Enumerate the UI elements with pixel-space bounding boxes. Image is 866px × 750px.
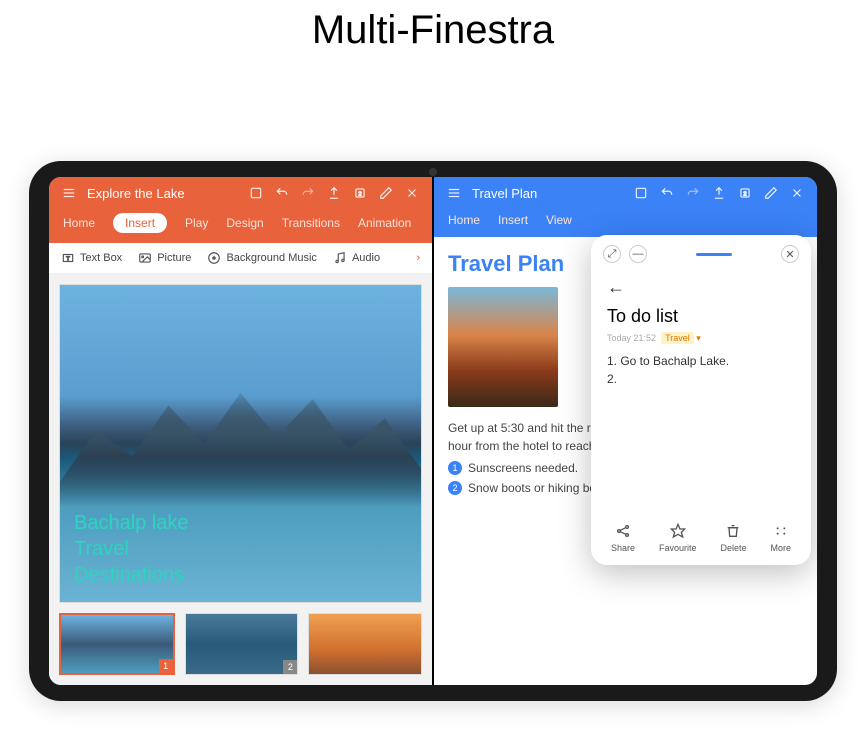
edit-icon[interactable]	[763, 185, 779, 201]
audio-icon	[333, 251, 347, 265]
popup-body: ← To do list Today 21:52 Travel ▾ 1. Go …	[591, 273, 811, 510]
undo-icon[interactable]	[274, 185, 290, 201]
slide-title-text: Bachalp lake Travel Destinations	[74, 510, 189, 588]
tab-home[interactable]: Home	[63, 216, 95, 230]
note-title: To do list	[607, 306, 795, 327]
minimize-icon[interactable]: —	[629, 245, 647, 263]
export-icon[interactable]	[326, 185, 342, 201]
redo-icon[interactable]	[300, 185, 316, 201]
presentation-app: Explore the Lake 2 Home Insert Play Desi…	[49, 177, 432, 685]
document-app: Travel Plan 2 Home Insert View Travel Pl…	[434, 177, 817, 685]
thumbnail-3[interactable]	[308, 613, 422, 675]
close-icon[interactable]	[404, 185, 420, 201]
action-label: Favourite	[659, 543, 697, 553]
document-header: Travel Plan 2 Home Insert View	[434, 177, 817, 237]
presentation-title: Explore the Lake	[87, 186, 238, 201]
favourite-button[interactable]: Favourite	[659, 522, 697, 553]
note-meta: Today 21:52 Travel ▾	[607, 333, 795, 344]
bg-music-button[interactable]: Background Music	[207, 251, 317, 265]
thumb-number: 2	[283, 660, 297, 674]
popup-controls: ⤢ — ✕	[591, 235, 811, 273]
camera-dot	[429, 168, 437, 176]
more-icon	[772, 522, 790, 540]
export-icon[interactable]	[711, 185, 727, 201]
tab-insert[interactable]: Insert	[113, 213, 167, 233]
svg-text:2: 2	[358, 191, 361, 197]
tab-transitions[interactable]: Transitions	[282, 216, 340, 230]
trash-icon	[724, 522, 742, 540]
tab-view[interactable]: View	[546, 213, 572, 227]
slide-canvas[interactable]: Bachalp lake Travel Destinations	[59, 284, 422, 603]
bullet-number-icon: 1	[448, 461, 462, 475]
popup-actions: Share Favourite Delete More	[591, 510, 811, 565]
text-box-button[interactable]: T Text Box	[61, 251, 122, 265]
close-icon[interactable]: ✕	[781, 245, 799, 263]
tool-label: Text Box	[80, 252, 122, 264]
share-icon	[614, 522, 632, 540]
slide-thumbnails: 1 2	[59, 613, 422, 675]
slides-count-icon[interactable]: 2	[737, 185, 753, 201]
todo-item-2[interactable]: 2.	[607, 372, 795, 386]
document-image	[448, 287, 558, 407]
screen: Explore the Lake 2 Home Insert Play Desi…	[49, 177, 817, 685]
menu-icon[interactable]	[61, 185, 77, 201]
close-icon[interactable]	[789, 185, 805, 201]
more-button[interactable]: More	[770, 522, 791, 553]
music-icon	[207, 251, 221, 265]
thumbnail-1[interactable]: 1	[59, 613, 175, 675]
action-label: Delete	[720, 543, 746, 553]
document-title: Travel Plan	[472, 186, 623, 201]
action-label: Share	[611, 543, 635, 553]
thumbnail-2[interactable]: 2	[185, 613, 299, 675]
redo-icon[interactable]	[685, 185, 701, 201]
star-icon	[669, 522, 687, 540]
tab-design[interactable]: Design	[226, 216, 263, 230]
tab-play[interactable]: Play	[185, 216, 208, 230]
tool-label: Audio	[352, 252, 380, 264]
chevron-right-icon[interactable]: ›	[416, 252, 420, 264]
presentation-tabs: Home Insert Play Design Transitions Anim…	[49, 209, 432, 243]
tab-home[interactable]: Home	[448, 213, 480, 227]
presentation-titlebar: Explore the Lake 2	[49, 177, 432, 209]
expand-icon[interactable]: ⤢	[603, 245, 621, 263]
note-tag[interactable]: Travel	[661, 332, 694, 344]
delete-button[interactable]: Delete	[720, 522, 746, 553]
document-tabs: Home Insert View	[434, 209, 817, 237]
slide-area: Bachalp lake Travel Destinations 1 2	[49, 274, 432, 685]
text-box-icon: T	[61, 251, 75, 265]
save-icon[interactable]	[633, 185, 649, 201]
tool-label: Background Music	[226, 252, 317, 264]
action-label: More	[770, 543, 791, 553]
page-title: Multi-Finestra	[312, 8, 554, 53]
insert-toolbar: T Text Box Picture Background Music Audio…	[49, 243, 432, 274]
slides-count-icon[interactable]: 2	[352, 185, 368, 201]
todo-item-1[interactable]: 1. Go to Bachalp Lake.	[607, 354, 795, 368]
tab-insert[interactable]: Insert	[498, 213, 528, 227]
picture-icon	[138, 251, 152, 265]
presentation-header: Explore the Lake 2 Home Insert Play Desi…	[49, 177, 432, 243]
bullet-number-icon: 2	[448, 481, 462, 495]
audio-button[interactable]: Audio	[333, 251, 380, 265]
undo-icon[interactable]	[659, 185, 675, 201]
tablet-frame: Explore the Lake 2 Home Insert Play Desi…	[29, 161, 837, 701]
svg-text:2: 2	[743, 191, 746, 197]
tab-animation[interactable]: Animation	[358, 216, 411, 230]
tool-label: Picture	[157, 252, 191, 264]
svg-text:T: T	[66, 256, 70, 262]
back-arrow-icon[interactable]: ←	[607, 277, 795, 298]
menu-icon[interactable]	[446, 185, 462, 201]
document-titlebar: Travel Plan 2	[434, 177, 817, 209]
thumb-number: 1	[159, 659, 173, 673]
picture-button[interactable]: Picture	[138, 251, 191, 265]
drag-handle[interactable]	[696, 253, 732, 256]
save-icon[interactable]	[248, 185, 264, 201]
notes-popup[interactable]: ⤢ — ✕ ← To do list Today 21:52 Travel ▾ …	[591, 235, 811, 565]
edit-icon[interactable]	[378, 185, 394, 201]
bullet-text: Sunscreens needed.	[468, 461, 578, 475]
share-button[interactable]: Share	[611, 522, 635, 553]
